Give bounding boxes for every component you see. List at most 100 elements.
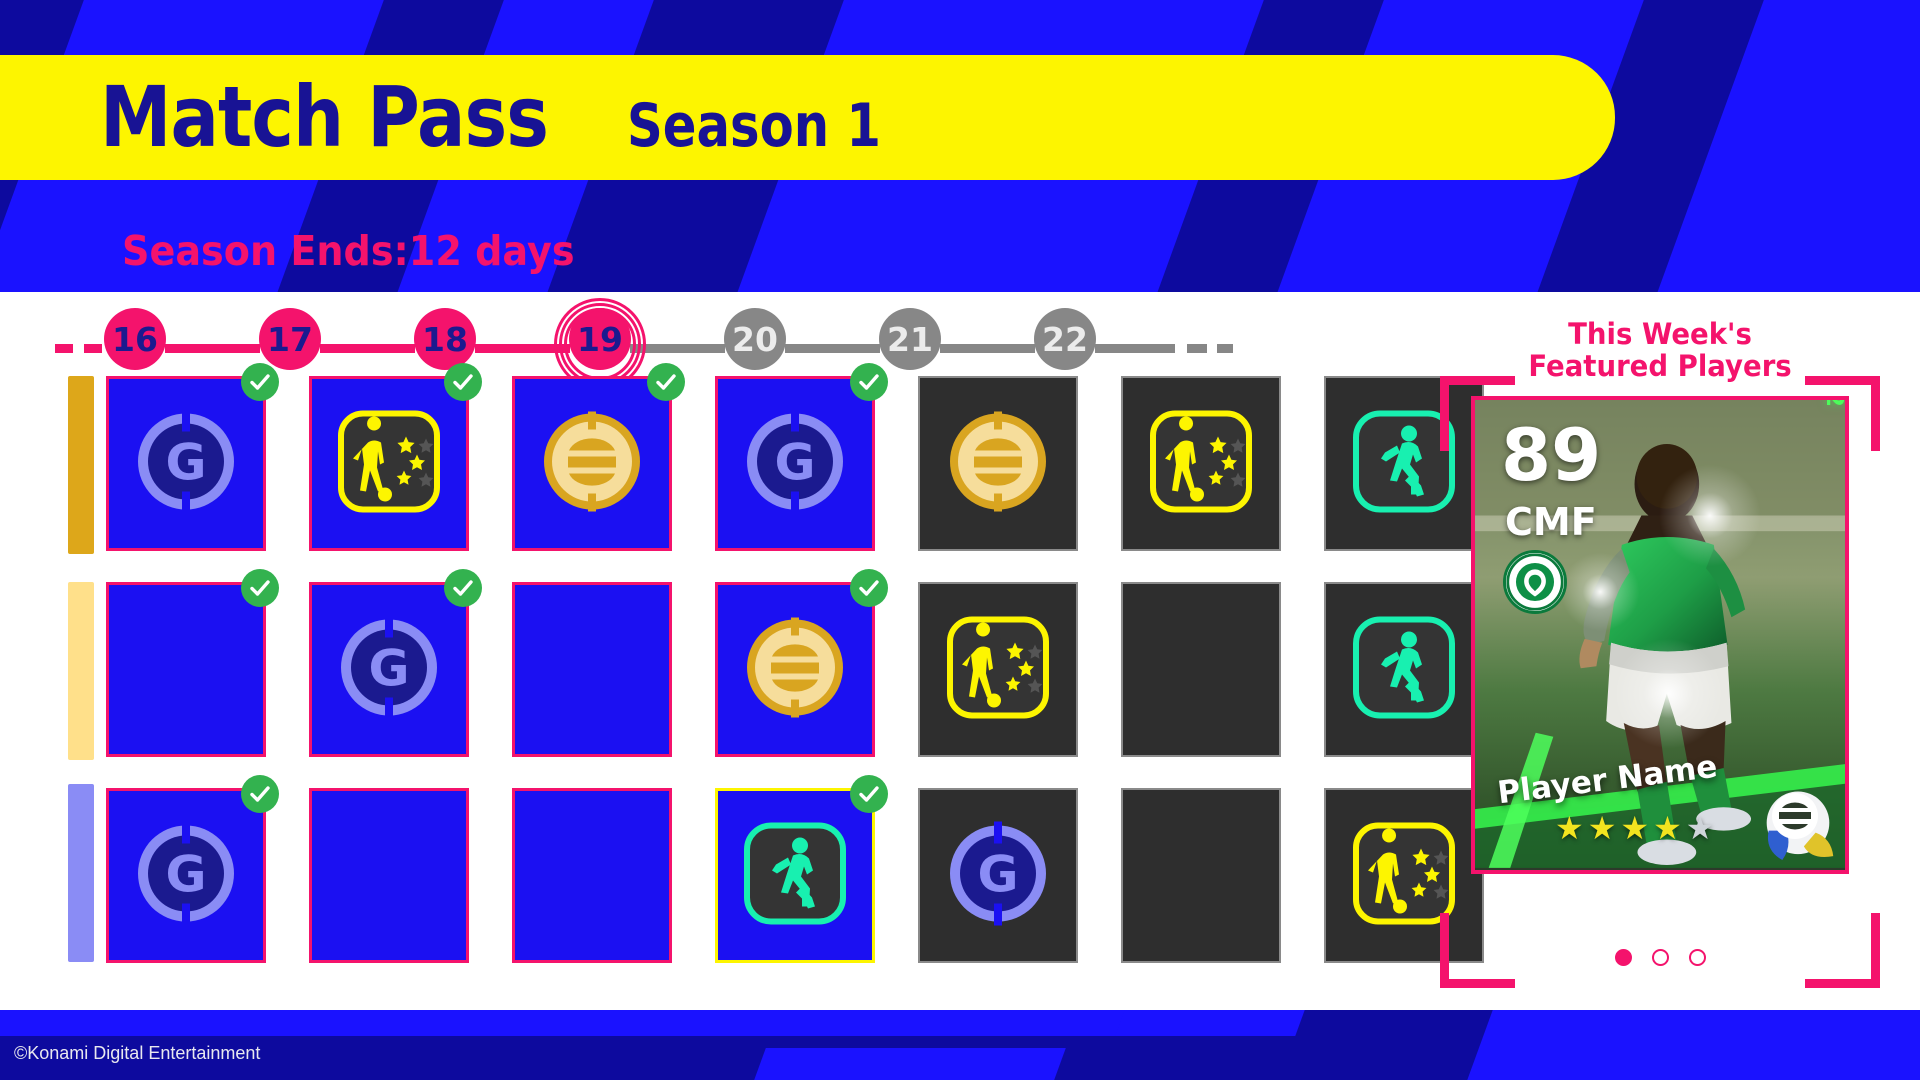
check-icon: [250, 786, 270, 802]
gp-coin-icon-wrapper: G: [743, 409, 847, 518]
featured-player-card[interactable]: 89 CMF PLAYERS OF THE WEEK 2021-2022 Pla…: [1471, 396, 1849, 874]
reward-card[interactable]: [309, 788, 469, 963]
tier-bar-3: [68, 784, 94, 962]
footer-bar: [0, 1010, 1920, 1080]
efootball-brand-icon: [1772, 793, 1818, 839]
progress-dash: [84, 344, 102, 353]
check-icon: [250, 580, 270, 596]
progress-segment: [320, 344, 415, 353]
progress-segment: [630, 344, 725, 353]
check-icon: [859, 374, 879, 390]
progress-segment: [785, 344, 880, 353]
reward-card[interactable]: [512, 363, 685, 551]
reward-card[interactable]: [512, 788, 672, 963]
check-icon: [656, 374, 676, 390]
player-stars-icon-wrapper: [1150, 410, 1252, 517]
player-stars-icon: [947, 616, 1049, 718]
progress-node-21[interactable]: 21: [879, 308, 941, 370]
reward-card[interactable]: G: [106, 775, 279, 963]
svg-text:G: G: [368, 639, 409, 697]
players-of-the-week-banner: PLAYERS OF THE WEEK 2021-2022: [1815, 400, 1845, 408]
footer-stripe: [1467, 1010, 1920, 1080]
player-stars-icon: [338, 410, 440, 512]
season-label: Season 1: [627, 90, 881, 160]
efootball-coin-icon-wrapper: [743, 615, 847, 724]
club-crest-icon: [1503, 550, 1567, 614]
svg-text:G: G: [774, 433, 815, 491]
reward-card[interactable]: G: [715, 363, 888, 551]
carousel-dot-2[interactable]: [1651, 949, 1669, 966]
efootball-coin-icon: [544, 411, 640, 511]
progress-node-19[interactable]: 19: [569, 308, 631, 370]
reward-card[interactable]: [1121, 582, 1281, 757]
reward-card[interactable]: G: [918, 788, 1078, 963]
carousel-dot-1[interactable]: [1614, 949, 1632, 966]
carousel-dot-3[interactable]: [1688, 949, 1706, 966]
progress-segment: [165, 344, 260, 353]
progress-node-17[interactable]: 17: [259, 308, 321, 370]
reward-card[interactable]: [1121, 788, 1281, 963]
claimed-check-badge: [444, 569, 482, 607]
gp-coin-icon: G: [950, 821, 1046, 925]
gp-coin-icon-wrapper: G: [337, 615, 441, 724]
progress-dash: [1187, 344, 1207, 353]
player-run-icon: [744, 822, 846, 924]
reward-card[interactable]: [918, 582, 1078, 757]
progress-node-20[interactable]: 20: [724, 308, 786, 370]
star-filled-icon: ★: [1620, 810, 1650, 846]
featured-players-panel: This Week's Featured Players 89 CMF Play…: [1440, 318, 1880, 988]
player-stars-icon: [1150, 410, 1252, 512]
efootball-coin-icon-wrapper: [540, 409, 644, 518]
gp-coin-icon-wrapper: G: [134, 821, 238, 930]
reward-card[interactable]: [715, 775, 888, 963]
reward-card[interactable]: [1121, 376, 1281, 551]
featured-title-line2: Featured Players: [1528, 349, 1792, 384]
star-filled-icon: ★: [1555, 810, 1584, 846]
reward-card[interactable]: [918, 376, 1078, 551]
progress-dash: [55, 344, 73, 353]
check-icon: [859, 786, 879, 802]
tier-bar-2: [68, 582, 94, 760]
progress-segment: [940, 344, 1035, 353]
svg-text:G: G: [165, 845, 206, 903]
claimed-check-badge: [850, 569, 888, 607]
progress-node-22[interactable]: 22: [1034, 308, 1096, 370]
footer-stripe: [0, 1010, 1230, 1036]
season-ends-text: Season Ends:12 days: [122, 227, 575, 275]
claimed-check-badge: [444, 363, 482, 401]
page-title: Match Pass: [100, 68, 549, 167]
player-rating: 89: [1501, 413, 1602, 497]
reward-card[interactable]: [106, 569, 279, 757]
progress-node-18[interactable]: 18: [414, 308, 476, 370]
progress-segment: [475, 344, 570, 353]
gp-coin-icon: G: [138, 409, 234, 513]
copyright-text: ©Konami Digital Entertainment: [14, 1043, 261, 1063]
reward-card[interactable]: G: [106, 363, 279, 551]
star-filled-icon: ★: [1587, 810, 1617, 846]
footer-stripe: [754, 1048, 1066, 1080]
efootball-coin-icon: [950, 411, 1046, 511]
featured-title-line1: This Week's: [1568, 317, 1752, 351]
reward-card[interactable]: [309, 363, 482, 551]
claimed-check-badge: [850, 775, 888, 813]
tier-bar-1: [68, 376, 94, 554]
match-pass-content: 16 17 18 19 20 21 22 G G G G G This Week…: [0, 292, 1920, 1010]
svg-text:G: G: [977, 845, 1018, 903]
banner-years: 2021-2022: [1821, 400, 1845, 408]
reward-card[interactable]: [715, 569, 888, 757]
svg-text:G: G: [165, 433, 206, 491]
progress-segment: [1095, 344, 1175, 353]
reward-card[interactable]: G: [309, 569, 482, 757]
gp-coin-icon-wrapper: G: [946, 821, 1050, 930]
claimed-check-badge: [850, 363, 888, 401]
gp-coin-icon: G: [341, 615, 437, 719]
footer-stripe: [1115, 1010, 1305, 1036]
progress-dash: [1217, 344, 1233, 353]
reward-card[interactable]: [512, 582, 672, 757]
player-run-icon-wrapper: [744, 822, 846, 929]
carousel-dots[interactable]: [1440, 949, 1880, 966]
player-position: CMF: [1505, 500, 1597, 544]
progress-node-16[interactable]: 16: [104, 308, 166, 370]
featured-players-title: This Week's Featured Players: [1451, 318, 1869, 383]
player-rarity-stars: ★ ★ ★ ★ ★: [1555, 812, 1714, 844]
